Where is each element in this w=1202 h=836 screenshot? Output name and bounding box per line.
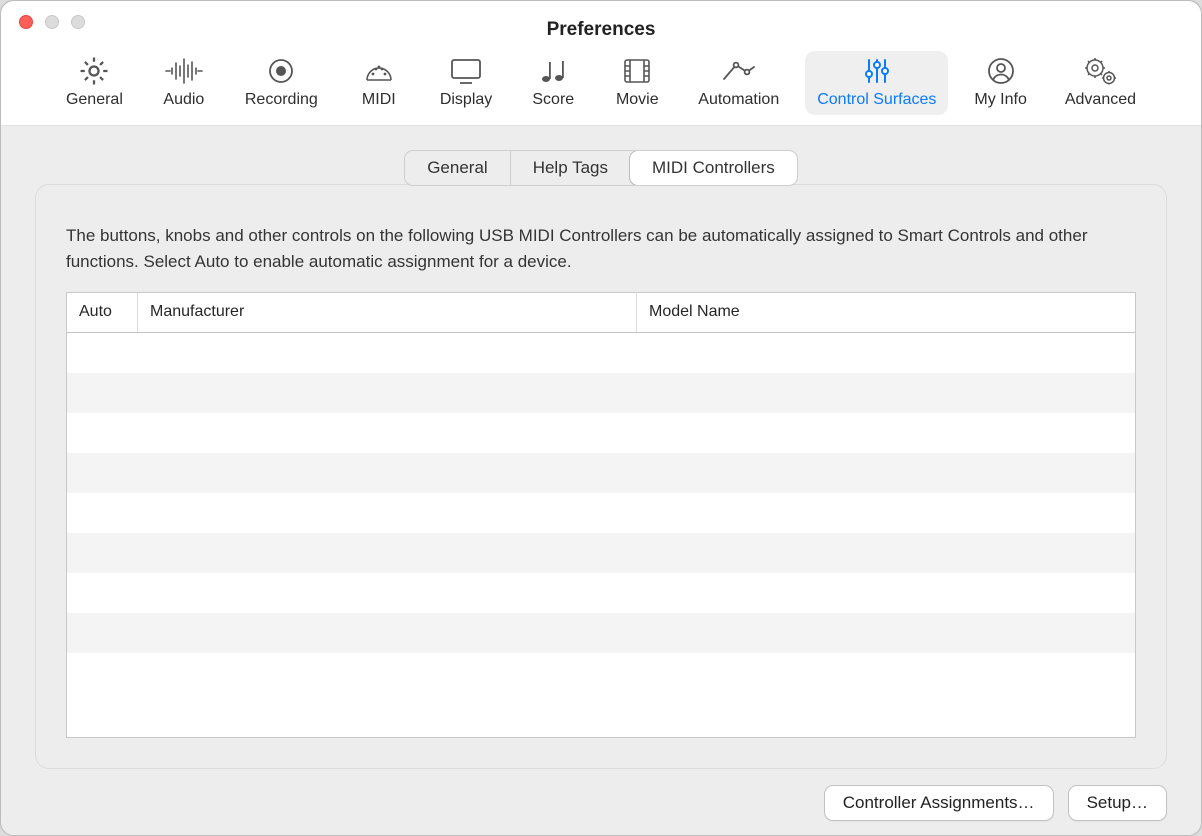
table-row bbox=[67, 493, 1135, 533]
toolbar-label: Score bbox=[532, 91, 574, 109]
table-row bbox=[67, 373, 1135, 413]
film-icon bbox=[617, 55, 657, 87]
toolbar-item-control-surfaces[interactable]: Control Surfaces bbox=[805, 51, 948, 115]
display-icon bbox=[446, 55, 486, 87]
toolbar-item-audio[interactable]: Audio bbox=[149, 51, 219, 115]
toolbar-label: MIDI bbox=[362, 91, 396, 109]
table-header: Auto Manufacturer Model Name bbox=[67, 293, 1135, 333]
subtab-midi-controllers[interactable]: MIDI Controllers bbox=[629, 150, 798, 186]
gear-icon bbox=[74, 55, 114, 87]
table-row bbox=[67, 573, 1135, 613]
description-text: The buttons, knobs and other controls on… bbox=[66, 223, 1136, 276]
table-row bbox=[67, 653, 1135, 693]
column-header-auto[interactable]: Auto bbox=[67, 293, 137, 332]
gears-icon bbox=[1080, 55, 1120, 87]
toolbar-label: Display bbox=[440, 91, 492, 109]
table-row bbox=[67, 533, 1135, 573]
sliders-icon bbox=[857, 55, 897, 87]
toolbar-item-general[interactable]: General bbox=[54, 51, 135, 115]
table-row bbox=[67, 333, 1135, 373]
toolbar-label: Advanced bbox=[1065, 91, 1136, 109]
subtab-help-tags[interactable]: Help Tags bbox=[511, 151, 630, 185]
toolbar-item-score[interactable]: Score bbox=[518, 51, 588, 115]
table-row bbox=[67, 453, 1135, 493]
preferences-window: Preferences General Audio bbox=[0, 0, 1202, 836]
toolbar-label: My Info bbox=[974, 91, 1026, 109]
automation-curve-icon bbox=[719, 55, 759, 87]
toolbar-item-advanced[interactable]: Advanced bbox=[1053, 51, 1148, 115]
toolbar-item-recording[interactable]: Recording bbox=[233, 51, 330, 115]
toolbar-item-movie[interactable]: Movie bbox=[602, 51, 672, 115]
content-card: The buttons, knobs and other controls on… bbox=[35, 184, 1167, 769]
preferences-body: General Help Tags MIDI Controllers The b… bbox=[1, 126, 1201, 835]
toolbar-item-midi[interactable]: MIDI bbox=[344, 51, 414, 115]
window-title: Preferences bbox=[1, 1, 1201, 45]
toolbar-item-automation[interactable]: Automation bbox=[686, 51, 791, 115]
table-body bbox=[67, 333, 1135, 737]
record-icon bbox=[261, 55, 301, 87]
table-row bbox=[67, 413, 1135, 453]
table-row bbox=[67, 613, 1135, 653]
toolbar-label: Audio bbox=[163, 91, 204, 109]
toolbar-label: Movie bbox=[616, 91, 659, 109]
person-circle-icon bbox=[981, 55, 1021, 87]
setup-button[interactable]: Setup… bbox=[1068, 785, 1167, 821]
preferences-toolbar: General Audio Recording bbox=[1, 45, 1201, 126]
subtab-segmented-control: General Help Tags MIDI Controllers bbox=[404, 150, 798, 186]
titlebar: Preferences bbox=[1, 1, 1201, 45]
waveform-icon bbox=[164, 55, 204, 87]
column-header-manufacturer[interactable]: Manufacturer bbox=[137, 293, 636, 332]
subtab-general[interactable]: General bbox=[405, 151, 509, 185]
midi-controllers-table[interactable]: Auto Manufacturer Model Name bbox=[66, 292, 1136, 738]
toolbar-label: General bbox=[66, 91, 123, 109]
toolbar-label: Recording bbox=[245, 91, 318, 109]
music-notes-icon bbox=[533, 55, 573, 87]
toolbar-label: Automation bbox=[698, 91, 779, 109]
controller-assignments-button[interactable]: Controller Assignments… bbox=[824, 785, 1054, 821]
toolbar-item-my-info[interactable]: My Info bbox=[962, 51, 1038, 115]
footer: Controller Assignments… Setup… bbox=[1, 769, 1201, 821]
column-header-model[interactable]: Model Name bbox=[636, 293, 1135, 332]
toolbar-item-display[interactable]: Display bbox=[428, 51, 504, 115]
toolbar-label: Control Surfaces bbox=[817, 91, 936, 109]
midi-port-icon bbox=[359, 55, 399, 87]
